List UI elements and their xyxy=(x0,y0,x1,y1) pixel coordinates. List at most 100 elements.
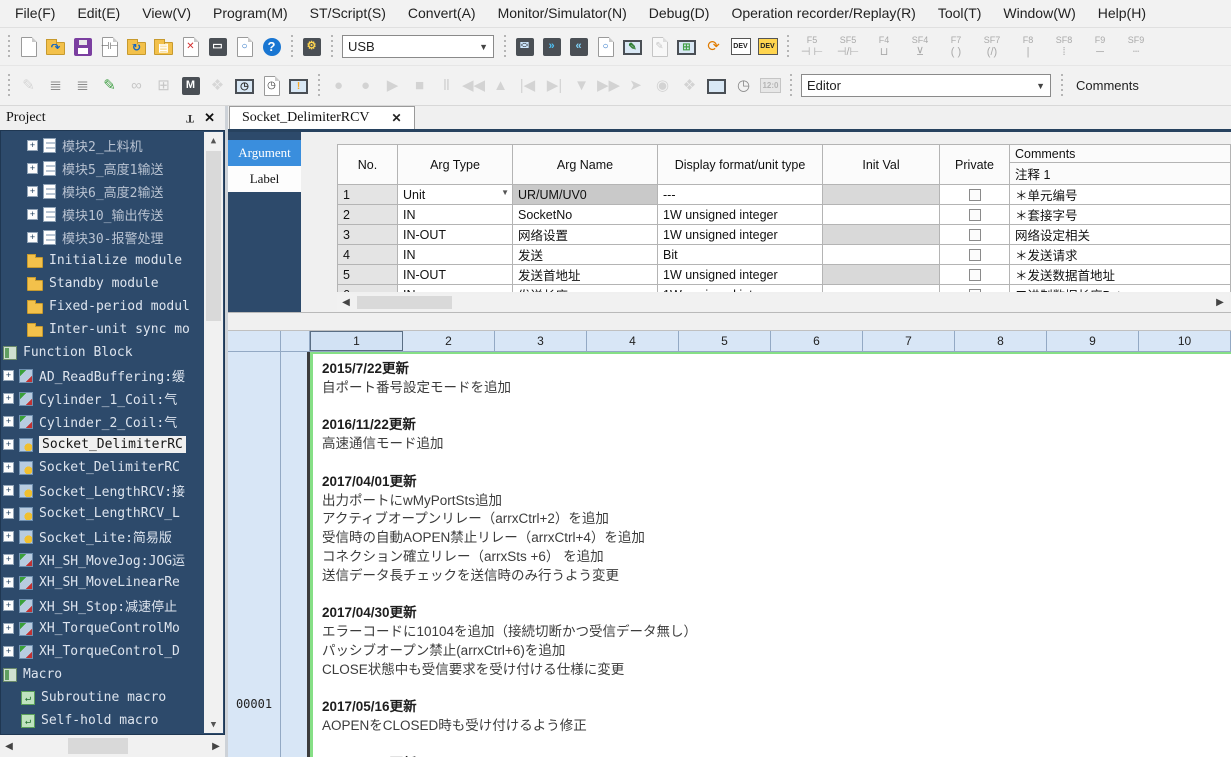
chevron-down-icon[interactable]: ▼ xyxy=(501,188,509,197)
save-button[interactable] xyxy=(69,32,96,62)
monitor-mode-button[interactable]: ⊞ xyxy=(673,32,700,62)
tree-item-standby-module[interactable]: Standby module xyxy=(1,272,224,295)
tree-item-socket_lite-[interactable]: +Socket_Lite:简易版 xyxy=(1,525,224,548)
tree-item-fixed-period-modul[interactable]: Fixed-period modul xyxy=(1,295,224,318)
ruler-column-7[interactable]: 7 xyxy=(863,331,955,351)
expand-icon[interactable]: + xyxy=(3,439,14,450)
tree-item-xh_sh_movelinearre[interactable]: +XH_SH_MoveLinearRe xyxy=(1,571,224,594)
scroll-left-icon[interactable]: ◀ xyxy=(0,737,18,755)
private-checkbox[interactable] xyxy=(969,189,981,201)
device-page-monitor-button[interactable]: DEV xyxy=(754,32,781,62)
toolbar-grip[interactable] xyxy=(289,35,294,59)
menu-st-script-s-[interactable]: ST/Script(S) xyxy=(299,0,397,27)
menu-operation-recorder-replay-r-[interactable]: Operation recorder/Replay(R) xyxy=(720,0,926,27)
delete-program-button[interactable]: ✕ xyxy=(177,32,204,62)
cell-comment[interactable]: 网络设定相关 xyxy=(1010,225,1231,245)
device-manager-button[interactable]: M xyxy=(177,71,204,101)
tree-item--6_-2-[interactable]: +模块6_高度2输送 xyxy=(1,180,224,203)
toolbar-grip[interactable] xyxy=(1059,74,1064,98)
device-list-button[interactable]: ≣ xyxy=(42,71,69,101)
menu-help-h-[interactable]: Help(H) xyxy=(1087,0,1157,27)
tree-item--2_-[interactable]: +模块2_上料机 xyxy=(1,134,224,157)
cell-arg-type[interactable]: IN xyxy=(398,205,513,225)
cell-arg-name[interactable]: 发送长度 xyxy=(513,285,658,293)
tree-item-self-hold-macro[interactable]: Self-hold macro xyxy=(1,709,224,732)
print-button[interactable]: ▭ xyxy=(204,32,231,62)
cell-arg-type[interactable]: Unit▼ xyxy=(398,185,513,205)
ruler-column-2[interactable]: 2 xyxy=(403,331,495,351)
cell-init-val[interactable] xyxy=(823,185,940,205)
print-preview-button[interactable]: ○ xyxy=(231,32,258,62)
tree-item-xh_sh_movejog-jog-[interactable]: +XH_SH_MoveJog:JOG运 xyxy=(1,548,224,571)
monitor-warning-button[interactable]: ! xyxy=(285,71,312,101)
ruler-column-3[interactable]: 3 xyxy=(495,331,587,351)
tree-item-cylinder_1_coil-[interactable]: +Cylinder_1_Coil:气 xyxy=(1,387,224,410)
tree-item-socket_delimiterrc[interactable]: +Socket_DelimiterRC xyxy=(1,433,224,456)
menu-edit-e-[interactable]: Edit(E) xyxy=(66,0,131,27)
scroll-left-icon[interactable]: ◀ xyxy=(337,294,355,312)
tree-item-xh_torquecontrolmo[interactable]: +XH_TorqueControlMo xyxy=(1,617,224,640)
online-edit-button[interactable]: ✎ xyxy=(619,32,646,62)
ruler-column-10[interactable]: 10 xyxy=(1139,331,1231,351)
toolbar-grip[interactable] xyxy=(6,35,11,59)
program-page-button[interactable]: ⊣⊢ xyxy=(96,32,123,62)
private-checkbox[interactable] xyxy=(969,249,981,261)
menu-monitor-simulator-n-[interactable]: Monitor/Simulator(N) xyxy=(487,0,638,27)
cell-arg-type[interactable]: IN xyxy=(398,285,513,293)
private-checkbox[interactable] xyxy=(969,289,981,293)
expand-icon[interactable]: + xyxy=(3,393,14,404)
page-timer-button[interactable]: ◷ xyxy=(258,71,285,101)
private-checkbox[interactable] xyxy=(969,209,981,221)
ruler-column-4[interactable]: 4 xyxy=(587,331,679,351)
toolbar-grip[interactable] xyxy=(785,35,790,59)
private-checkbox[interactable] xyxy=(969,269,981,281)
cell-comment[interactable]: ＊单元编号 xyxy=(1010,185,1231,205)
menu-convert-a-[interactable]: Convert(A) xyxy=(397,0,487,27)
cell-display-format[interactable]: 1W unsigned integer xyxy=(658,205,823,225)
tab-close-icon[interactable]: ✕ xyxy=(392,111,402,126)
connection-combo[interactable]: USB▼ xyxy=(342,35,494,58)
expand-icon[interactable]: + xyxy=(3,646,14,657)
cell-init-val[interactable] xyxy=(823,265,940,285)
menu-tool-t-[interactable]: Tool(T) xyxy=(927,0,993,27)
tree-item-inter-unit-sync-mo[interactable]: Inter-unit sync mo xyxy=(1,318,224,341)
tree-horizontal-scrollbar[interactable]: ◀ ▶ xyxy=(0,735,225,757)
read-from-plc-button[interactable]: « xyxy=(565,32,592,62)
plc-settings-button[interactable]: ⚙ xyxy=(298,32,325,62)
cell-arg-type[interactable]: IN-OUT xyxy=(398,225,513,245)
tree-item--30-[interactable]: +模块30-报警处理 xyxy=(1,226,224,249)
cell-display-format[interactable]: 1W unsigned integer xyxy=(658,265,823,285)
menu-program-m-[interactable]: Program(M) xyxy=(202,0,299,27)
menu-window-w-[interactable]: Window(W) xyxy=(992,0,1086,27)
help-button[interactable]: ? xyxy=(258,32,285,62)
cell-init-val[interactable] xyxy=(823,285,940,293)
side-tab-label[interactable]: Label xyxy=(228,166,301,192)
cell-comment[interactable]: ＊套接字号 xyxy=(1010,205,1231,225)
table-horizontal-scrollbar[interactable]: ◀ ▶ xyxy=(337,294,1229,311)
tree-item-cylinder_2_coil-[interactable]: +Cylinder_2_Coil:气 xyxy=(1,410,224,433)
pc-plc-sync-button[interactable]: ⟳ xyxy=(700,32,727,62)
cell-init-val[interactable] xyxy=(823,225,940,245)
tree-item-macro[interactable]: Macro xyxy=(1,663,224,686)
tree-item-xh_torquecontrol_d[interactable]: +XH_TorqueControl_D xyxy=(1,640,224,663)
screen-small-button[interactable] xyxy=(703,71,730,101)
scrollbar-thumb[interactable] xyxy=(357,296,452,309)
new-file-button[interactable] xyxy=(15,32,42,62)
toolbar-grip[interactable] xyxy=(6,74,11,98)
tree-item--5_-1-[interactable]: +模块5_高度1输送 xyxy=(1,157,224,180)
scroll-right-icon[interactable]: ▶ xyxy=(207,737,225,755)
tree-item-socket_delimiterrc[interactable]: +Socket_DelimiterRC xyxy=(1,456,224,479)
cell-arg-type[interactable]: IN xyxy=(398,245,513,265)
tab-socket-delimiterrcv[interactable]: Socket_DelimiterRCV ✕ xyxy=(229,106,415,129)
expand-icon[interactable]: + xyxy=(27,140,38,151)
open-project-button[interactable]: ↷ xyxy=(42,32,69,62)
tree-vertical-scrollbar[interactable]: ▲ ▼ xyxy=(204,132,223,733)
ruler-column-1[interactable]: 1 xyxy=(310,331,403,351)
protect-program-button[interactable]: ▤ xyxy=(150,32,177,62)
expand-icon[interactable]: + xyxy=(27,163,38,174)
pin-icon[interactable]: T xyxy=(180,111,200,126)
toolbar-grip[interactable] xyxy=(316,74,321,98)
expand-icon[interactable]: + xyxy=(3,554,14,565)
cell-comment[interactable]: 二进制数据长度Byte xyxy=(1010,285,1231,293)
cell-arg-type[interactable]: IN-OUT xyxy=(398,265,513,285)
